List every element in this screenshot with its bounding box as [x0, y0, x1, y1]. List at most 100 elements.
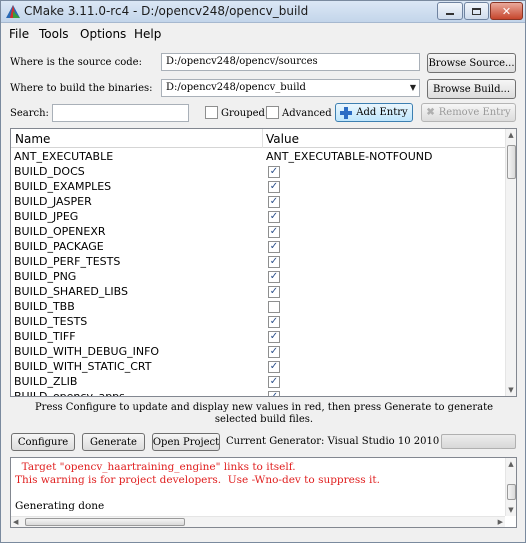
generate-button[interactable]: Generate [82, 433, 145, 451]
search-input[interactable] [52, 104, 189, 122]
table-row[interactable]: BUILD_JASPER ✓ [11, 195, 506, 210]
build-path-combo[interactable]: D:/opencv248/opencv_build ▼ [161, 79, 420, 97]
table-row[interactable]: BUILD_TIFF ✓ [11, 330, 506, 345]
grouped-checkbox[interactable] [205, 106, 218, 119]
scroll-down-icon[interactable]: ▼ [506, 504, 516, 516]
scroll-right-icon[interactable]: ▶ [498, 517, 503, 527]
grouped-label: Grouped [221, 108, 265, 119]
cell-name: BUILD_JPEG [14, 210, 79, 223]
add-entry-button[interactable]: Add Entry [335, 103, 413, 122]
close-button[interactable]: ✕ [490, 2, 523, 20]
close-icon: ✕ [501, 4, 512, 18]
progress-bar [441, 434, 516, 449]
table-row[interactable]: BUILD_PNG ✓ [11, 270, 506, 285]
table-row[interactable]: BUILD_PACKAGE ✓ [11, 240, 506, 255]
scrollbar-thumb[interactable] [507, 484, 516, 500]
checked-checkbox[interactable]: ✓ [268, 166, 280, 178]
cell-name: BUILD_SHARED_LIBS [14, 285, 128, 298]
checked-checkbox[interactable]: ✓ [268, 181, 280, 193]
table-row[interactable]: BUILD_TESTS ✓ [11, 315, 506, 330]
cell-name: BUILD_DOCS [14, 165, 85, 178]
table-row[interactable]: BUILD_SHARED_LIBS ✓ [11, 285, 506, 300]
table-row[interactable]: BUILD_DOCS ✓ [11, 165, 506, 180]
table-row[interactable]: BUILD_EXAMPLES ✓ [11, 180, 506, 195]
cell-name: BUILD_PACKAGE [14, 240, 104, 253]
build-path-value: D:/opencv248/opencv_build [166, 82, 306, 93]
cell-name: BUILD_TBB [14, 300, 75, 313]
source-path-input[interactable]: D:/opencv248/opencv/sources [161, 53, 420, 71]
checked-checkbox[interactable]: ✓ [268, 196, 280, 208]
scroll-up-icon[interactable]: ▲ [506, 129, 516, 141]
table-row[interactable]: BUILD_opencv_apps ✓ [11, 390, 506, 396]
advanced-checkbox[interactable] [266, 106, 279, 119]
table-row[interactable]: BUILD_ZLIB ✓ [11, 375, 506, 390]
build-label: Where to build the binaries: [10, 83, 153, 94]
menu-help[interactable]: Help [134, 27, 161, 41]
chevron-down-icon[interactable]: ▼ [410, 83, 416, 92]
menu-options[interactable]: Options [80, 27, 126, 41]
checked-checkbox[interactable]: ✓ [268, 331, 280, 343]
cell-value[interactable]: ANT_EXECUTABLE-NOTFOUND [266, 150, 432, 163]
configure-button[interactable]: Configure [11, 433, 75, 451]
cell-name: BUILD_WITH_DEBUG_INFO [14, 345, 160, 358]
menu-file[interactable]: File [9, 27, 29, 41]
column-divider[interactable] [262, 129, 263, 148]
table-row[interactable]: BUILD_PERF_TESTS ✓ [11, 255, 506, 270]
unchecked-checkbox[interactable] [268, 301, 280, 313]
column-header-name[interactable]: Name [15, 132, 50, 146]
cell-name: BUILD_JASPER [14, 195, 92, 208]
output-vertical-scrollbar[interactable]: ▲ ▼ [505, 458, 516, 516]
table-row[interactable]: BUILD_WITH_DEBUG_INFO ✓ [11, 345, 506, 360]
window-title: CMake 3.11.0-rc4 - D:/opencv248/opencv_b… [24, 4, 309, 18]
remove-icon: ✖ [426, 107, 435, 118]
scrollbar-thumb[interactable] [25, 518, 185, 526]
browse-source-button[interactable]: Browse Source... [427, 53, 516, 73]
checked-checkbox[interactable]: ✓ [268, 346, 280, 358]
maximize-button[interactable] [464, 2, 489, 20]
scroll-down-icon[interactable]: ▼ [506, 384, 516, 396]
hint-line-2: selected build files. [214, 414, 314, 425]
maximize-icon [472, 7, 481, 15]
hint-line-1: Press Configure to update and display ne… [34, 402, 494, 413]
table-row[interactable]: BUILD_JPEG ✓ [11, 210, 506, 225]
output-line: Generating done [15, 500, 105, 512]
remove-entry-label: Remove Entry [438, 107, 511, 118]
configure-hint: Press Configure to update and display ne… [11, 402, 517, 426]
scroll-up-icon[interactable]: ▲ [506, 458, 516, 470]
column-header-value[interactable]: Value [266, 132, 299, 146]
checked-checkbox[interactable]: ✓ [268, 211, 280, 223]
cell-name: ANT_EXECUTABLE [14, 150, 114, 163]
checked-checkbox[interactable]: ✓ [268, 391, 280, 396]
checked-checkbox[interactable]: ✓ [268, 376, 280, 388]
cache-table[interactable]: Name Value ANT_EXECUTABLE ANT_EXECUTABLE-… [10, 128, 517, 397]
output-log[interactable]: Target "opencv_haartraining_engine" link… [10, 457, 517, 528]
remove-entry-button[interactable]: ✖ Remove Entry [421, 103, 516, 122]
browse-build-button[interactable]: Browse Build... [427, 79, 516, 99]
scrollbar-thumb[interactable] [507, 145, 516, 179]
checked-checkbox[interactable]: ✓ [268, 361, 280, 373]
menu-bar: File Tools Options Help [1, 24, 525, 43]
cell-name: BUILD_ZLIB [14, 375, 78, 388]
checked-checkbox[interactable]: ✓ [268, 241, 280, 253]
table-row[interactable]: BUILD_OPENEXR ✓ [11, 225, 506, 240]
checked-checkbox[interactable]: ✓ [268, 226, 280, 238]
add-entry-label: Add Entry [356, 107, 408, 118]
open-project-button[interactable]: Open Project [152, 433, 220, 451]
current-generator-label: Current Generator: Visual Studio 10 2010 [226, 436, 440, 447]
table-row[interactable]: BUILD_WITH_STATIC_CRT ✓ [11, 360, 506, 375]
output-horizontal-scrollbar[interactable]: ◀ ▶ [11, 516, 505, 527]
table-row[interactable]: BUILD_TBB [11, 300, 506, 315]
output-line: This warning is for project developers. … [15, 474, 380, 486]
scroll-left-icon[interactable]: ◀ [13, 517, 18, 527]
checked-checkbox[interactable]: ✓ [268, 256, 280, 268]
checked-checkbox[interactable]: ✓ [268, 316, 280, 328]
checked-checkbox[interactable]: ✓ [268, 271, 280, 283]
minimize-button[interactable] [437, 2, 463, 20]
cell-name: BUILD_TIFF [14, 330, 76, 343]
table-body: ANT_EXECUTABLE ANT_EXECUTABLE-NOTFOUND BUI… [11, 150, 506, 396]
checked-checkbox[interactable]: ✓ [268, 286, 280, 298]
title-bar[interactable]: CMake 3.11.0-rc4 - D:/opencv248/opencv_b… [1, 1, 525, 23]
menu-tools[interactable]: Tools [39, 27, 69, 41]
table-row[interactable]: ANT_EXECUTABLE ANT_EXECUTABLE-NOTFOUND [11, 150, 506, 165]
table-vertical-scrollbar[interactable]: ▲ ▼ [505, 129, 516, 396]
